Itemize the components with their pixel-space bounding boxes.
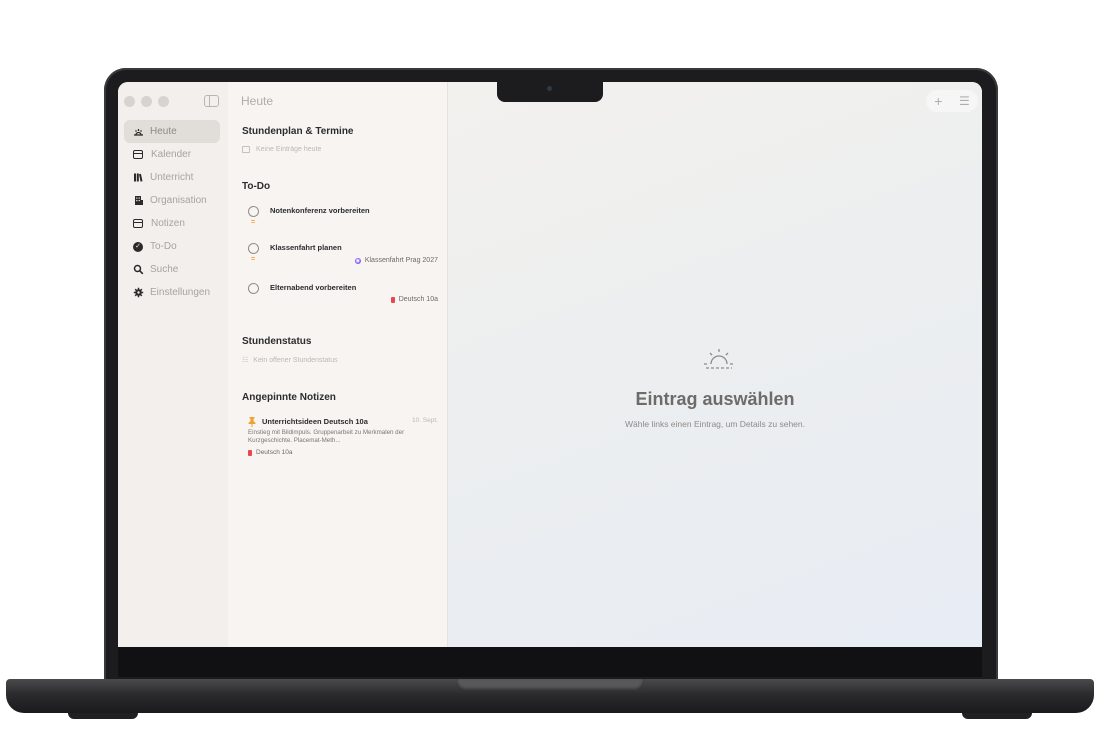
sidebar-item-organisation[interactable]: Organisation	[124, 189, 220, 212]
sidebar-toggle-icon[interactable]	[204, 95, 219, 107]
detail-pane: + ☰ Eintrag auswählen Wähle links einen …	[448, 82, 982, 647]
book-icon	[248, 449, 252, 456]
note-preview: Einstieg mit Bildimpuls. Gruppenarbeit z…	[248, 429, 405, 444]
checkbox-circle-icon[interactable]	[248, 206, 259, 217]
checkmark-circle-icon: ✓	[133, 241, 143, 252]
sunrise-icon	[704, 349, 734, 369]
calendar-icon	[133, 150, 143, 159]
today-list: Heute Stundenplan & Termine Keine Einträ…	[228, 82, 448, 647]
empty-state-subtitle: Wähle links einen Eintrag, um Details zu…	[624, 419, 805, 429]
calendar-icon	[242, 146, 250, 153]
sidebar-item-label: Organisation	[150, 195, 207, 206]
note-tag: Deutsch 10a	[248, 449, 293, 456]
status-empty-text: Kein offener Stundenstatus	[253, 356, 338, 364]
todo-tag-label: Klassenfahrt Prag 2027	[364, 257, 438, 264]
status-section-title: Stundenstatus	[242, 336, 312, 347]
sidebar-item-label: Suche	[150, 264, 179, 275]
search-icon	[133, 264, 144, 275]
sidebar-item-todo[interactable]: ✓ To-Do	[124, 235, 220, 258]
checkbox-circle-icon[interactable]	[248, 283, 259, 294]
priority-icon: =	[251, 219, 256, 226]
pin-icon	[248, 417, 256, 429]
note-title: Unterrichtsideen Deutsch 10a	[262, 417, 368, 426]
sidebar-item-label: Kalender	[151, 149, 192, 160]
building-icon	[133, 195, 144, 206]
gear-icon	[133, 287, 144, 298]
sidebar-item-einstellungen[interactable]: Einstellungen	[124, 281, 220, 304]
sidebar-item-label: Unterricht	[150, 172, 194, 183]
todo-title: Elternabend vorbereiten	[270, 283, 357, 292]
sidebar-nav: Heute Kalender Unterricht Organisation N…	[124, 120, 220, 304]
sidebar-item-heute[interactable]: Heute	[124, 120, 220, 143]
camera-notch	[497, 82, 603, 102]
page-title: Heute	[241, 94, 274, 108]
schedule-empty-row: Keine Einträge heute	[242, 146, 321, 153]
todo-title: Klassenfahrt planen	[270, 243, 342, 252]
sunrise-icon	[133, 126, 144, 137]
books-icon	[133, 172, 144, 183]
pinned-section-title: Angepinnte Notizen	[242, 392, 336, 403]
screen-bezel-bottom	[118, 647, 982, 677]
laptop-opening-lip	[456, 679, 644, 691]
schedule-empty-text: Keine Einträge heute	[256, 146, 322, 153]
sidebar-item-suche[interactable]: Suche	[124, 258, 220, 281]
note-date: 10. Sept.	[411, 417, 438, 424]
app-window: Heute Kalender Unterricht Organisation N…	[118, 82, 982, 647]
list-icon: ☷	[242, 357, 249, 364]
minimize-window-button[interactable]	[141, 96, 152, 107]
empty-state-title: Eintrag auswählen	[635, 389, 795, 409]
note-tag-label: Deutsch 10a	[256, 449, 293, 456]
sidebar-item-label: Einstellungen	[150, 287, 211, 298]
checkbox-circle-icon[interactable]	[248, 243, 259, 254]
schedule-section-title: Stundenplan & Termine	[242, 126, 354, 137]
sidebar-item-unterricht[interactable]: Unterricht	[124, 166, 220, 189]
todo-tag: ◉ Klassenfahrt Prag 2027	[354, 257, 438, 264]
camera-icon	[547, 86, 552, 91]
zoom-window-button[interactable]	[158, 96, 169, 107]
laptop-foot-left	[68, 713, 138, 719]
todo-tag: Deutsch 10a	[390, 296, 438, 303]
sidebar-item-kalender[interactable]: Kalender	[124, 143, 220, 166]
sidebar: Heute Kalender Unterricht Organisation N…	[118, 82, 228, 647]
sidebar-item-notizen[interactable]: Notizen	[124, 212, 220, 235]
filter-icon[interactable]: ☰	[959, 94, 970, 108]
note-icon	[133, 219, 143, 228]
sidebar-item-label: Heute	[150, 126, 177, 137]
priority-icon: =	[251, 256, 256, 263]
laptop-foot-right	[962, 713, 1032, 719]
todo-title: Notenkonferenz vorbereiten	[270, 206, 370, 215]
sidebar-item-label: To-Do	[150, 241, 177, 252]
todo-tag-label: Deutsch 10a	[398, 296, 438, 303]
close-window-button[interactable]	[124, 96, 135, 107]
status-empty-row: ☷ Kein offener Stundenstatus	[242, 356, 338, 365]
toolbar-actions: + ☰	[926, 90, 978, 112]
book-icon	[390, 296, 395, 303]
globe-icon: ◉	[354, 257, 361, 264]
add-button[interactable]: +	[934, 93, 942, 109]
sidebar-item-label: Notizen	[151, 218, 185, 229]
todo-section-title: To-Do	[242, 181, 271, 192]
